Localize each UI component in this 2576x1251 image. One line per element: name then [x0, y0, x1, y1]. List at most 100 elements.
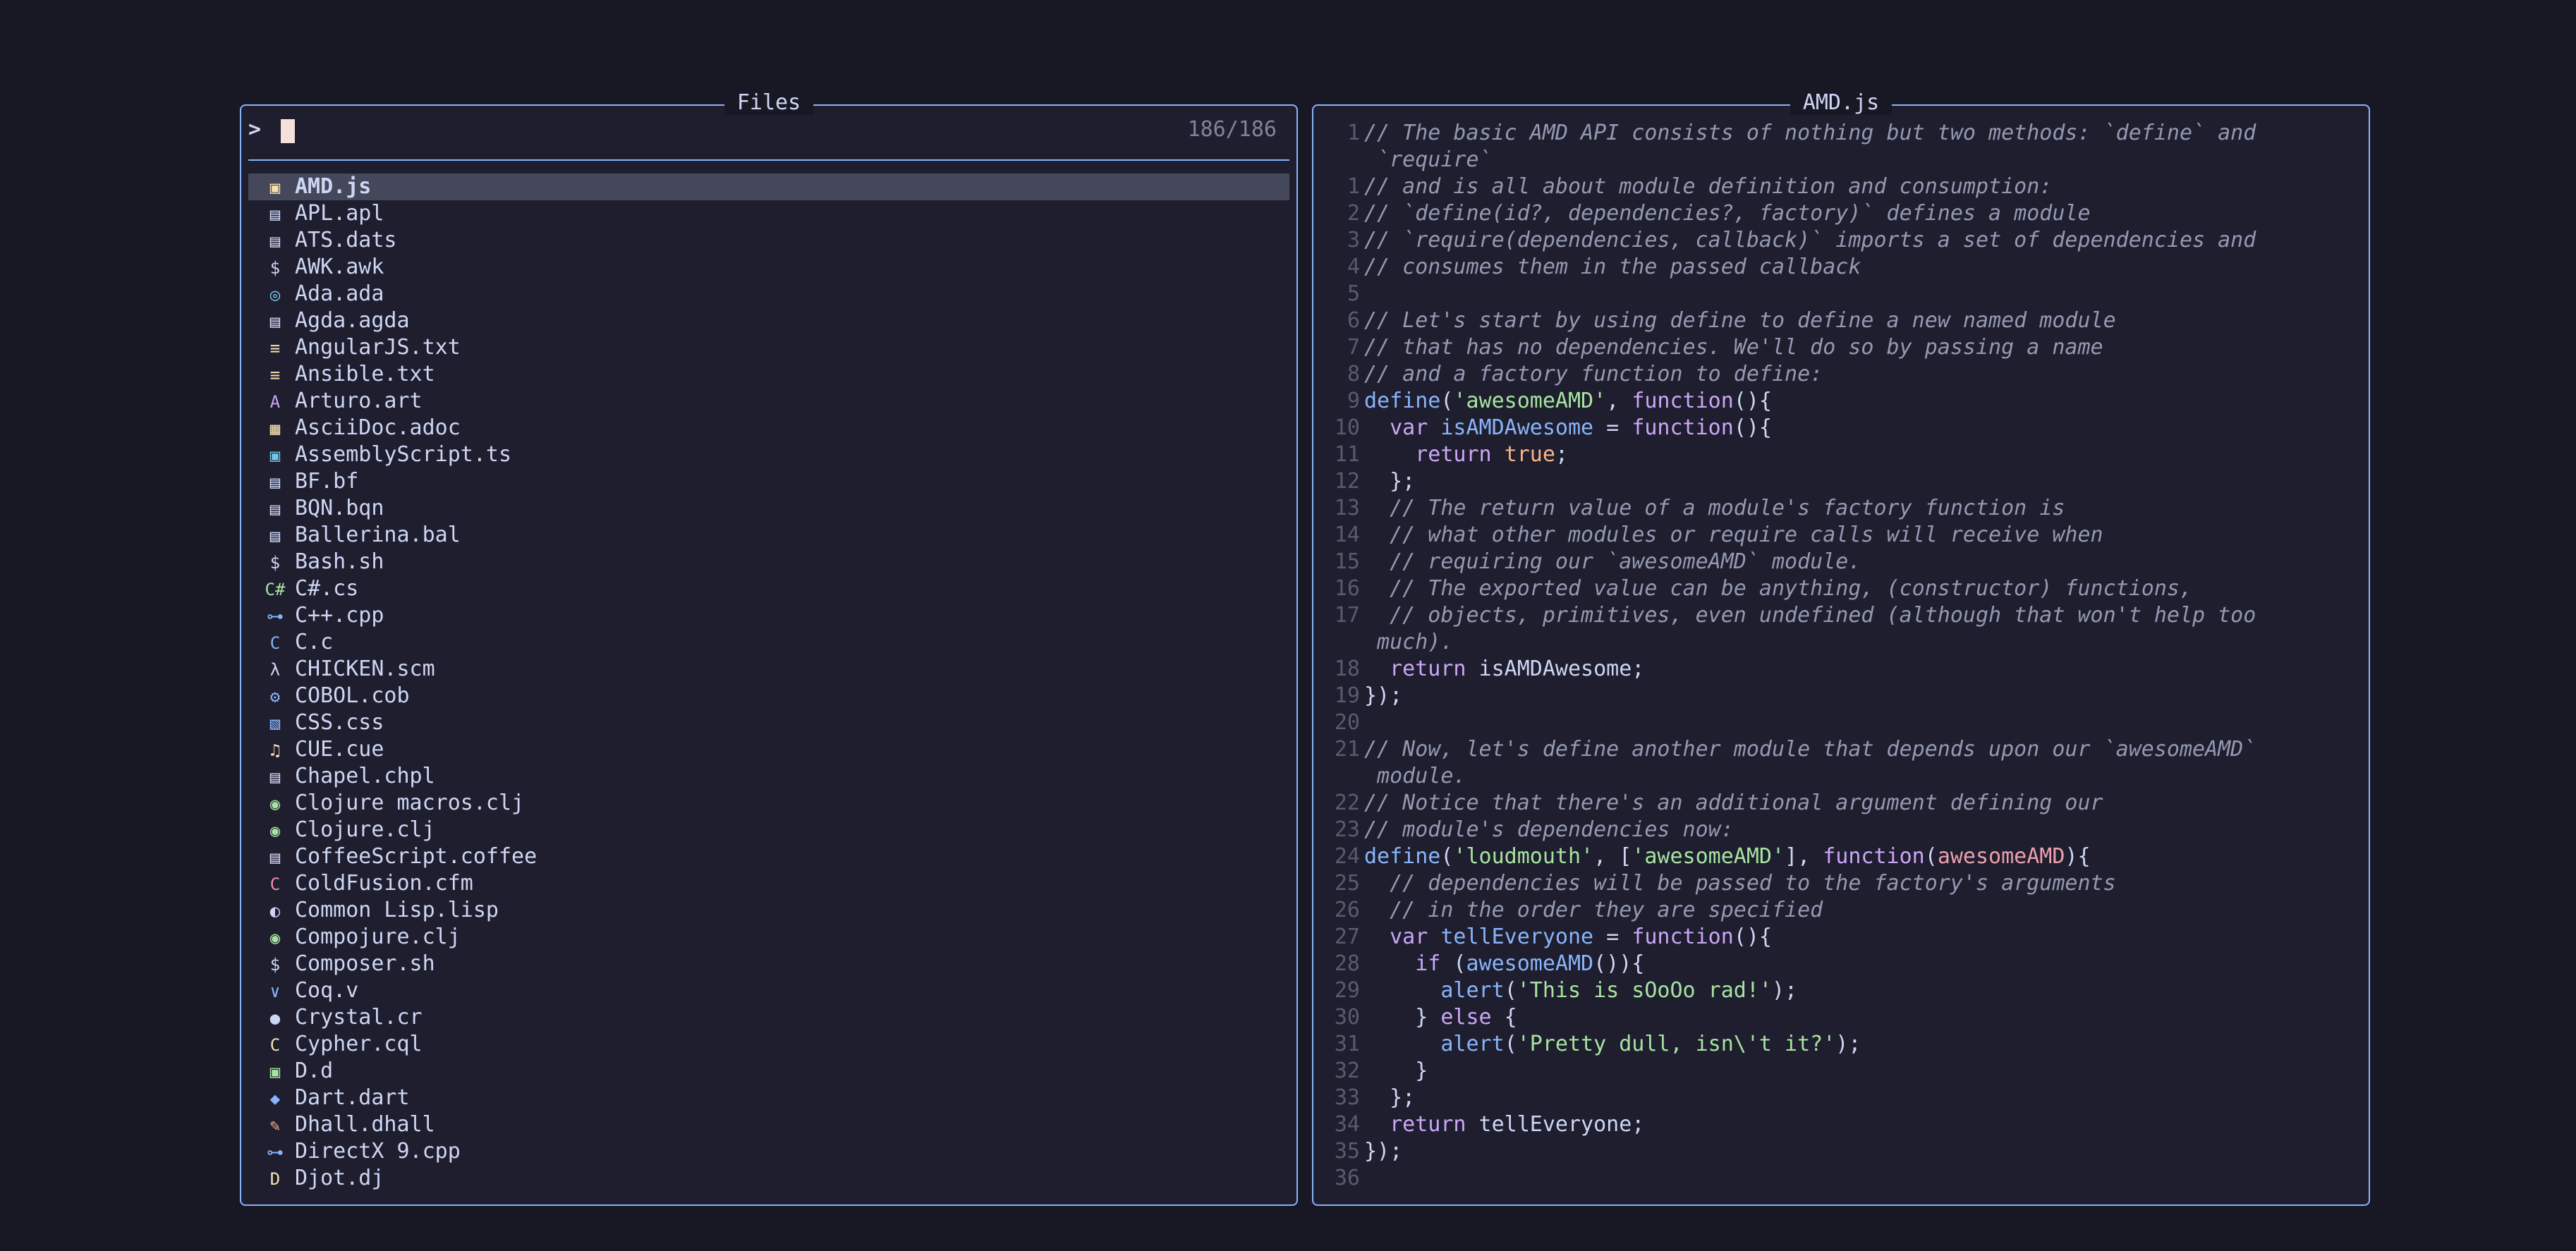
- file-list-item[interactable]: ▤ APL.apl: [248, 200, 1289, 227]
- code-token: `require`: [1364, 147, 1492, 172]
- file-name: Agda.agda: [295, 308, 410, 333]
- file-list-item[interactable]: ▦ AsciiDoc.adoc: [248, 415, 1289, 441]
- file-name: Ballerina.bal: [295, 523, 461, 547]
- file-list-item[interactable]: C C.c: [248, 629, 1289, 656]
- file-name: Clojure macros.clj: [295, 791, 525, 815]
- preview-pane: AMD.js 1// The basic AMD API consists of…: [1312, 90, 2370, 1206]
- file-name: ATS.dats: [295, 228, 397, 252]
- css-icon: ▧: [269, 714, 281, 733]
- code-token: // The exported value can be anything, (…: [1390, 576, 2193, 601]
- code-token: (: [1440, 951, 1466, 976]
- file-name: CHICKEN.scm: [295, 657, 435, 681]
- code-token: // Now, let's define another module that…: [1364, 737, 2256, 762]
- file-list-item[interactable]: ▤ Chapel.chpl: [248, 763, 1289, 790]
- file-list-item[interactable]: ∨ Coq.v: [248, 977, 1289, 1004]
- file-list-item[interactable]: ✎ Dhall.dhall: [248, 1111, 1289, 1138]
- file-list-item[interactable]: ▧ CSS.css: [248, 709, 1289, 736]
- file-list-item[interactable]: C# C#.cs: [248, 575, 1289, 602]
- line-number: 16: [1334, 576, 1360, 601]
- file-name: Chapel.chpl: [295, 764, 435, 788]
- file-list-item[interactable]: D Djot.dj: [248, 1165, 1289, 1192]
- clojure-icon: ◉: [269, 794, 281, 814]
- file-list-item[interactable]: ≡ AngularJS.txt: [248, 334, 1289, 361]
- code-line: module.: [1313, 763, 2363, 790]
- line-number: 9: [1347, 389, 1360, 413]
- code-token: });: [1364, 1139, 1403, 1164]
- file-list-item[interactable]: ▣ AMD.js: [248, 173, 1289, 200]
- file-list-item[interactable]: ◆ Dart.dart: [248, 1085, 1289, 1111]
- file-list-item[interactable]: ▣ D.d: [248, 1058, 1289, 1085]
- file-name: D.d: [295, 1058, 334, 1083]
- file-list-item[interactable]: ⚙ COBOL.cob: [248, 683, 1289, 709]
- code-line: 4// consumes them in the passed callback: [1313, 254, 2363, 281]
- code-token: // module's dependencies now:: [1364, 817, 1734, 842]
- file-list-item[interactable]: ▤ BQN.bqn: [248, 495, 1289, 522]
- lisp-icon: ◐: [269, 901, 281, 921]
- file-list-item[interactable]: ◉ Clojure.clj: [248, 817, 1289, 843]
- search-input[interactable]: > 186/186: [248, 116, 1282, 144]
- file-list-item[interactable]: ◉ Clojure macros.clj: [248, 790, 1289, 817]
- code-token: function: [1632, 389, 1734, 413]
- file-list-item[interactable]: $ Composer.sh: [248, 951, 1289, 977]
- file-list-item[interactable]: ⊶ DirectX 9.cpp: [248, 1138, 1289, 1165]
- file-list-item[interactable]: ◉ Compojure.clj: [248, 924, 1289, 951]
- file-list-item[interactable]: ♫ CUE.cue: [248, 736, 1289, 763]
- line-number: 13: [1334, 496, 1360, 520]
- file-list-item[interactable]: ≡ Ansible.txt: [248, 361, 1289, 388]
- file-list-item[interactable]: ◐ Common Lisp.lisp: [248, 897, 1289, 924]
- line-number: 2: [1347, 201, 1360, 226]
- code-token: , [: [1593, 844, 1632, 869]
- code-token: function: [1632, 415, 1734, 440]
- line-number: 23: [1334, 817, 1360, 842]
- file-list-item[interactable]: ▤ CoffeeScript.coffee: [248, 843, 1289, 870]
- code-line: 24 define('loudmouth', ['awesomeAMD'], fu…: [1313, 843, 2363, 870]
- line-number: 34: [1334, 1112, 1360, 1137]
- code-line: 26 // in the order they are specified: [1313, 897, 2363, 924]
- file-list-item[interactable]: A Arturo.art: [248, 388, 1289, 415]
- file-list-item[interactable]: $ Bash.sh: [248, 549, 1289, 575]
- file-list-item[interactable]: ▣ AssemblyScript.ts: [248, 441, 1289, 468]
- file-list-item[interactable]: ▤ BF.bf: [248, 468, 1289, 495]
- code-token: (){: [1733, 924, 1772, 949]
- d-lang-icon: ▣: [269, 1062, 281, 1082]
- code-token: 'Pretty dull, isn\'t it?': [1517, 1032, 1836, 1056]
- cobol-icon: ⚙: [269, 687, 281, 707]
- file-list-item[interactable]: ◎ Ada.ada: [248, 281, 1289, 307]
- code-line: 21// Now, let's define another module th…: [1313, 736, 2363, 763]
- code-token: return: [1390, 657, 1466, 681]
- code-line: 35});: [1313, 1138, 2363, 1165]
- clojure-icon: ◉: [269, 821, 281, 841]
- file-list-item[interactable]: C ColdFusion.cfm: [248, 870, 1289, 897]
- code-token: // Let's start by using define to define…: [1364, 308, 2116, 333]
- code-token: {: [1491, 1005, 1517, 1030]
- file-list-item[interactable]: ● Crystal.cr: [248, 1004, 1289, 1031]
- code-token: function: [1823, 844, 1925, 869]
- file-list-item[interactable]: C Cypher.cql: [248, 1031, 1289, 1058]
- code-line: 17 // objects, primitives, even undefine…: [1313, 602, 2363, 629]
- text-file-icon: ≡: [269, 365, 281, 385]
- line-number: 36: [1334, 1166, 1360, 1190]
- code-line: 29 alert('This is sOoOo rad!');: [1313, 977, 2363, 1004]
- code-line: 32 }: [1313, 1058, 2363, 1085]
- code-token: var: [1390, 415, 1428, 440]
- line-number: 18: [1334, 657, 1360, 681]
- code-token: // objects, primitives, even undefined (…: [1390, 603, 2256, 628]
- file-list-item[interactable]: ▤ Ballerina.bal: [248, 522, 1289, 549]
- code-line: 27 var tellEveryone = function(){: [1313, 924, 2363, 951]
- file-list-item[interactable]: ▤ Agda.agda: [248, 307, 1289, 334]
- file-list-item[interactable]: ⊶ C++.cpp: [248, 602, 1289, 629]
- line-number: 3: [1347, 228, 1360, 252]
- file-list-item[interactable]: $ AWK.awk: [248, 254, 1289, 281]
- code-token: 'loudmouth': [1453, 844, 1594, 869]
- shell-icon: $: [269, 955, 281, 975]
- file-list-item[interactable]: ▤ ATS.dats: [248, 227, 1289, 254]
- file-list-item[interactable]: λ CHICKEN.scm: [248, 656, 1289, 683]
- file-name: Bash.sh: [295, 549, 384, 574]
- line-number: 5: [1347, 281, 1360, 306]
- line-number: 19: [1334, 683, 1360, 708]
